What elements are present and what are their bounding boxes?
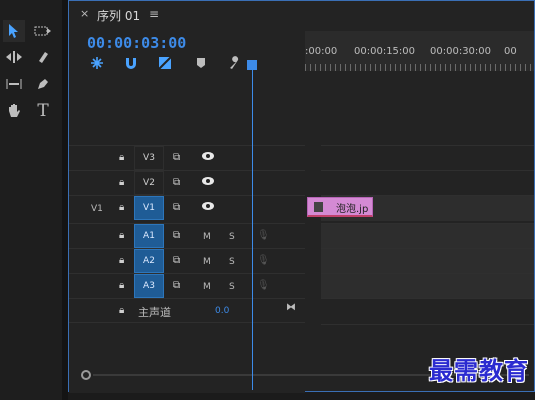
ruler-label: 00:00:30:00 (430, 46, 492, 57)
track-row-v2: 🔒︎ V2 ⧉ (69, 170, 305, 195)
lock-icon[interactable]: 🔒︎ (119, 177, 124, 188)
track-row-a1: 🔒︎ A1 ⧉ M S 🎙︎ (69, 223, 305, 248)
sequence-tab-title[interactable]: 序列 01 (97, 7, 140, 24)
snap-icon[interactable] (123, 55, 139, 71)
clip-bubbles[interactable]: 泡泡.jp (307, 197, 373, 217)
eye-icon[interactable] (201, 151, 215, 164)
timeline-panel: × 序列 01 ≡ 00:00:03:00 :00:00 00:00:15:00… (68, 0, 535, 393)
lane-a1[interactable] (321, 223, 534, 249)
lane-v3[interactable] (321, 145, 534, 171)
master-volume-value[interactable]: 0.0 (215, 306, 229, 316)
voiceover-mic-icon[interactable]: 🎙︎ (257, 280, 270, 291)
track-row-v1: V1 🔒︎ V1 ⧉ (69, 195, 305, 220)
eye-icon[interactable] (201, 176, 215, 189)
track-toggle-a3[interactable]: A3 (134, 274, 164, 298)
master-track-label: 主声道 (138, 306, 171, 319)
track-row-v3: 🔒︎ V3 ⧉ (69, 145, 305, 170)
playhead-handle[interactable] (247, 60, 257, 70)
nest-sequence-icon[interactable] (89, 55, 105, 71)
scrollbar-handle[interactable] (81, 370, 91, 380)
tools-panel: T (0, 0, 62, 400)
track-row-master: 🔒︎ 主声道 0.0 ⧓ (69, 298, 305, 323)
time-ruler[interactable]: :00:00 00:00:15:00 00:00:30:00 00 (305, 31, 534, 71)
track-toggle-a2[interactable]: A2 (134, 249, 164, 273)
master-go-to-icon[interactable]: ⧓ (286, 302, 296, 313)
track-toggle-v3[interactable]: V3 (134, 146, 164, 170)
mute-button[interactable]: M (203, 232, 211, 242)
mute-button[interactable]: M (203, 282, 211, 292)
lock-icon[interactable]: 🔒︎ (119, 305, 124, 316)
solo-button[interactable]: S (229, 282, 235, 292)
timeline-settings-wrench-icon[interactable] (227, 55, 243, 71)
timeline-tab-bar: × 序列 01 ≡ (69, 1, 534, 27)
lane-a3[interactable] (321, 273, 534, 299)
type-tool-icon[interactable]: T (32, 100, 54, 122)
ripple-edit-tool-icon[interactable] (3, 46, 25, 68)
ruler-label: :00:00 (305, 46, 338, 57)
fx-badge-icon (314, 202, 323, 212)
pen-tool-icon[interactable] (32, 73, 54, 95)
track-select-tool-icon[interactable] (32, 20, 54, 42)
voiceover-mic-icon[interactable]: 🎙︎ (257, 230, 270, 241)
lane-master[interactable] (321, 298, 534, 325)
lock-icon[interactable]: 🔒︎ (119, 280, 124, 291)
source-patch-v1[interactable]: V1 (91, 204, 103, 214)
track-headers: 🔒︎ V3 ⧉ 🔒︎ V2 ⧉ V1 🔒︎ V1 ⧉ 🔒︎ A1 ⧉ M S 🎙… (69, 71, 305, 393)
track-toggle-v1[interactable]: V1 (134, 196, 164, 220)
playhead-timecode[interactable]: 00:00:03:00 (87, 34, 186, 52)
track-toggle-v2[interactable]: V2 (134, 171, 164, 195)
lane-v2[interactable] (321, 170, 534, 196)
playhead-line[interactable] (252, 62, 253, 390)
clip-label: 泡泡.jp (336, 204, 369, 215)
tab-menu-icon[interactable]: ≡ (149, 7, 159, 21)
sync-lock-icon[interactable]: ⧉ (173, 177, 180, 188)
add-marker-icon[interactable] (193, 55, 209, 71)
solo-button[interactable]: S (229, 257, 235, 267)
razor-tool-icon[interactable] (32, 46, 54, 68)
lock-icon[interactable]: 🔒︎ (119, 202, 124, 213)
sync-lock-icon[interactable]: ⧉ (173, 255, 180, 266)
ruler-ticks (305, 64, 534, 71)
sync-lock-icon[interactable]: ⧉ (173, 152, 180, 163)
close-tab-icon[interactable]: × (80, 7, 89, 20)
solo-button[interactable]: S (229, 232, 235, 242)
sync-lock-icon[interactable]: ⧉ (173, 280, 180, 291)
track-area[interactable]: 泡泡.jp (305, 71, 534, 381)
lock-icon[interactable]: 🔒︎ (119, 152, 124, 163)
track-row-a2: 🔒︎ A2 ⧉ M S 🎙︎ (69, 248, 305, 273)
lock-icon[interactable]: 🔒︎ (119, 255, 124, 266)
linked-selection-icon[interactable] (157, 55, 173, 71)
watermark-text: 最需教育 (429, 356, 529, 385)
sync-lock-icon[interactable]: ⧉ (173, 202, 180, 213)
eye-icon[interactable] (201, 201, 215, 214)
ruler-label: 00 (504, 46, 517, 57)
track-row-a3: 🔒︎ A3 ⧉ M S 🎙︎ (69, 273, 305, 298)
mute-button[interactable]: M (203, 257, 211, 267)
hand-tool-icon[interactable] (3, 100, 25, 122)
selection-tool-icon[interactable] (3, 20, 25, 42)
track-toggle-a1[interactable]: A1 (134, 224, 164, 248)
sync-lock-icon[interactable]: ⧉ (173, 230, 180, 241)
ruler-label: 00:00:15:00 (354, 46, 416, 57)
voiceover-mic-icon[interactable]: 🎙︎ (257, 255, 270, 266)
lock-icon[interactable]: 🔒︎ (119, 230, 124, 241)
lane-a2[interactable] (321, 248, 534, 274)
slip-tool-icon[interactable] (3, 73, 25, 95)
